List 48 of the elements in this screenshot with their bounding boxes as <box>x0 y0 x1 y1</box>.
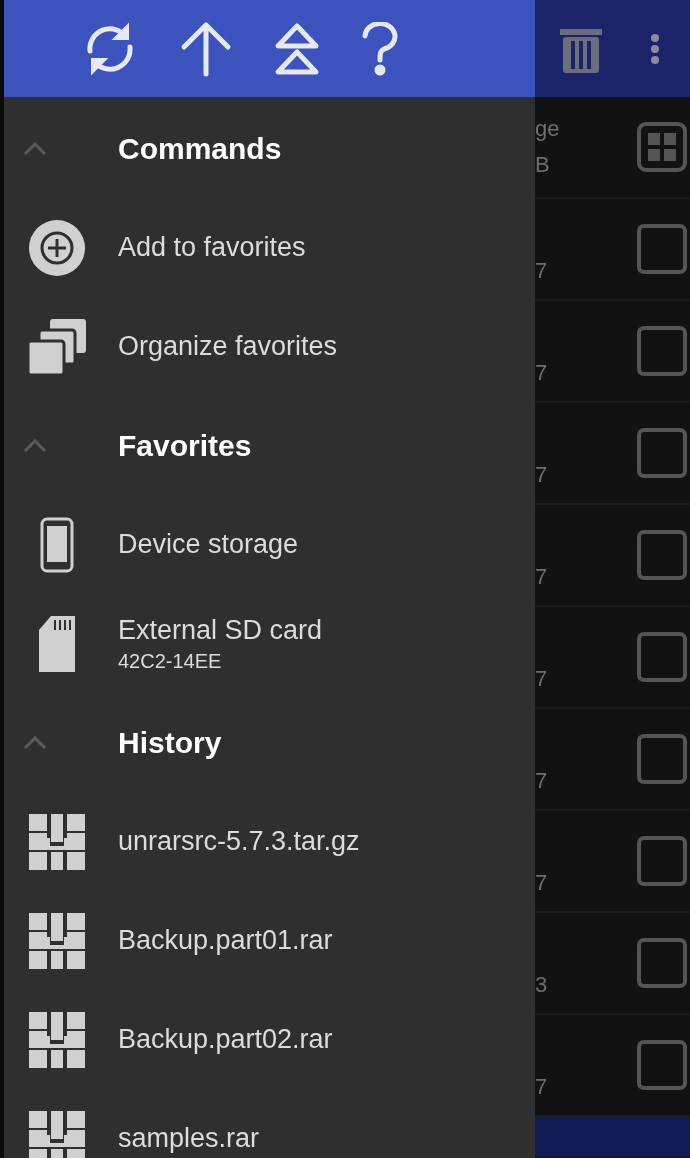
drawer-item[interactable]: Add to favorites <box>118 232 306 263</box>
checkbox[interactable] <box>637 632 687 682</box>
plus-circle-icon <box>28 218 86 277</box>
checkbox[interactable] <box>637 734 687 784</box>
checkbox[interactable] <box>637 326 687 376</box>
drawer-item[interactable]: samples.rar <box>118 1123 260 1154</box>
archive-icon <box>29 1110 85 1158</box>
cut-text: ge <box>535 116 561 142</box>
drawer-item-subtitle: 42C2-14EE <box>118 649 223 673</box>
arrow-up-icon[interactable] <box>180 20 232 77</box>
phone-icon <box>40 516 74 573</box>
cut-text: B <box>535 152 551 178</box>
section-title: History <box>118 725 222 760</box>
drawer-item[interactable]: Device storage <box>118 529 299 560</box>
chevron-up-icon[interactable] <box>23 735 47 750</box>
cut-text: 7 <box>535 564 549 590</box>
cut-text: 3 <box>535 972 549 998</box>
help-icon[interactable] <box>362 21 398 76</box>
drawer-item[interactable]: Backup.part01.rar <box>118 925 333 956</box>
checkbox[interactable] <box>637 224 687 274</box>
drawer-item[interactable]: unrarsrc-5.7.3.tar.gz <box>118 826 360 857</box>
drawer-item[interactable]: Organize favorites <box>118 331 338 362</box>
cut-text: 7 <box>535 258 549 284</box>
sd-card-icon <box>37 615 77 672</box>
archive-icon <box>29 813 85 870</box>
section-title: Commands <box>118 131 282 166</box>
cut-text: 7 <box>535 360 549 386</box>
cut-text: 7 <box>535 1074 549 1100</box>
grid-icon[interactable] <box>637 122 687 172</box>
drawer-item[interactable]: Backup.part02.rar <box>118 1024 333 1055</box>
checkbox[interactable] <box>637 938 687 988</box>
more-icon[interactable] <box>650 32 660 65</box>
archive-icon <box>29 1011 85 1068</box>
cut-text: 7 <box>535 666 549 692</box>
chevron-up-icon[interactable] <box>23 438 47 453</box>
checkbox[interactable] <box>637 428 687 478</box>
cut-text: 7 <box>535 462 549 488</box>
checkbox[interactable] <box>637 836 687 886</box>
archive-icon <box>29 912 85 969</box>
section-title: Favorites <box>118 428 252 463</box>
cut-text: 7 <box>535 768 549 794</box>
drawer-item[interactable]: External SD card <box>118 614 323 646</box>
stacked-squares-icon <box>28 318 86 375</box>
checkbox[interactable] <box>637 530 687 580</box>
cut-text: 7 <box>535 870 549 896</box>
double-triangle-icon[interactable] <box>274 21 320 76</box>
checkbox[interactable] <box>637 1040 687 1090</box>
chevron-up-icon[interactable] <box>23 141 47 156</box>
